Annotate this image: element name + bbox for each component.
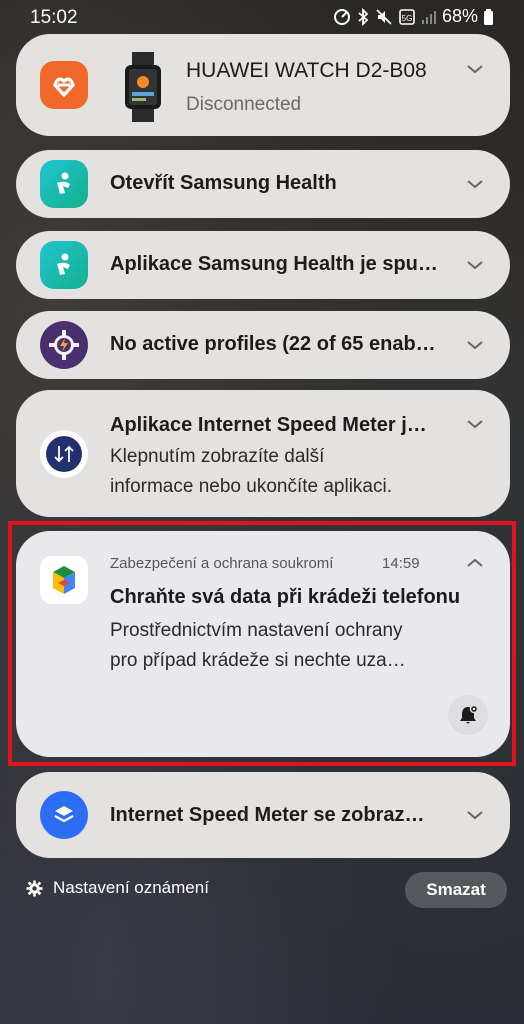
- layers-icon: [40, 791, 88, 839]
- notification-body-line1: Klepnutím zobrazíte další: [110, 446, 325, 467]
- notification-subtitle: Disconnected: [186, 94, 302, 115]
- notification-settings-link[interactable]: Nastavení oznámení: [26, 878, 209, 898]
- notification-title: Aplikace Samsung Health je spu…: [110, 253, 438, 275]
- samsung-health-icon: [40, 160, 88, 208]
- bluetooth-icon: [358, 7, 369, 26]
- data-saver-icon: [333, 8, 350, 25]
- notification-samsung-health-open[interactable]: Otevřít Samsung Health: [16, 150, 510, 218]
- volte-icon: 5G: [399, 8, 415, 25]
- signal-icon: [421, 10, 436, 24]
- chevron-down-icon[interactable]: [466, 339, 484, 351]
- speed-meter-icon: [40, 430, 88, 478]
- chevron-down-icon[interactable]: [466, 259, 484, 271]
- chevron-down-icon[interactable]: [466, 418, 484, 430]
- status-bar: 15:02 5G 68%: [0, 0, 524, 34]
- notification-title: Aplikace Internet Speed Meter j…: [110, 414, 427, 436]
- notification-title: HUAWEI WATCH D2-B08: [186, 59, 427, 82]
- notification-title: Otevřít Samsung Health: [110, 172, 337, 194]
- battery-icon: [484, 8, 493, 25]
- notification-settings-label: Nastavení oznámení: [53, 878, 209, 897]
- highlight-frame: [8, 521, 516, 766]
- notification-title: No active profiles (22 of 65 enab…: [110, 333, 436, 355]
- huawei-health-icon: [40, 61, 88, 109]
- notification-body-line2: informace nebo ukončíte aplikaci.: [110, 476, 392, 497]
- chevron-down-icon[interactable]: [466, 809, 484, 821]
- notification-title: Internet Speed Meter se zobraz…: [110, 804, 425, 826]
- tasker-gear-icon: [40, 321, 88, 369]
- mute-icon: [376, 8, 392, 25]
- chevron-down-icon[interactable]: [466, 63, 484, 75]
- battery-percent: 68%: [441, 6, 478, 26]
- notification-tasker-profiles[interactable]: No active profiles (22 of 65 enab…: [16, 311, 510, 379]
- notification-samsung-health-running[interactable]: Aplikace Samsung Health je spu…: [16, 231, 510, 299]
- status-icons: 5G 68%: [333, 6, 494, 27]
- notification-huawei-watch[interactable]: HUAWEI WATCH D2-B08 Disconnected: [16, 34, 510, 136]
- samsung-health-icon: [40, 241, 88, 289]
- gear-icon: [26, 880, 43, 896]
- notification-speed-meter-overlay[interactable]: Internet Speed Meter se zobraz…: [16, 772, 510, 858]
- smartwatch-icon: [120, 52, 166, 122]
- svg-text:5G: 5G: [402, 14, 413, 23]
- status-time: 15:02: [30, 7, 78, 28]
- clear-all-button[interactable]: Smazat: [405, 872, 507, 908]
- notification-internet-speed-meter[interactable]: Aplikace Internet Speed Meter j… Klepnut…: [16, 390, 510, 517]
- chevron-down-icon[interactable]: [466, 178, 484, 190]
